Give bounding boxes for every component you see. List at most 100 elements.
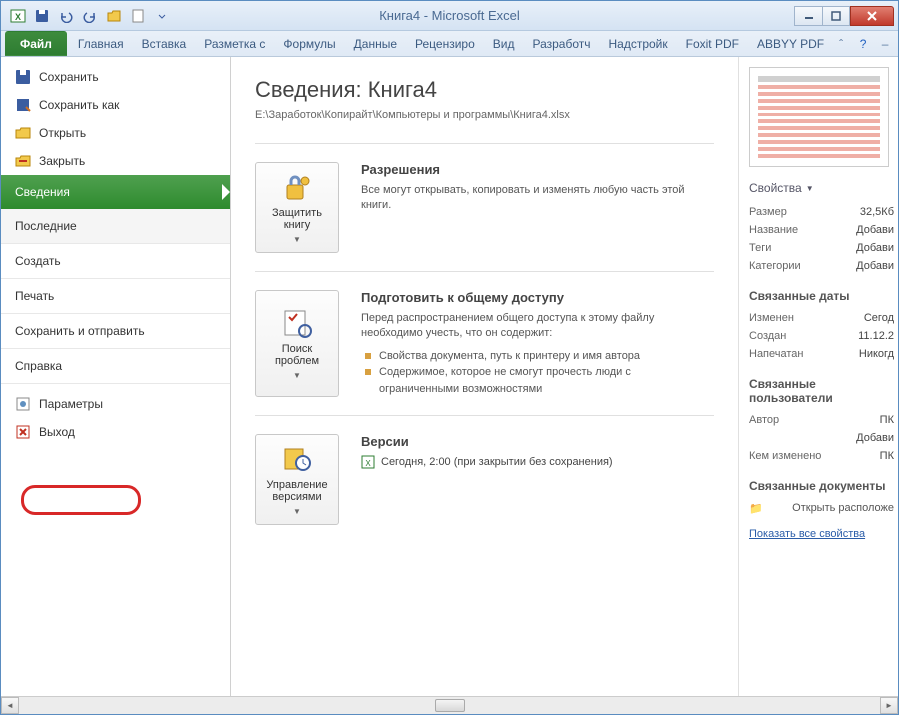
sidebar-item-exit[interactable]: Выход <box>1 418 230 446</box>
protect-workbook-button[interactable]: Защитить книгу ▼ <box>255 162 339 253</box>
properties-dropdown[interactable]: Свойства ▼ <box>749 181 894 195</box>
chevron-down-icon: ▼ <box>806 184 814 193</box>
redo-icon[interactable] <box>79 5 101 27</box>
annotation-highlight <box>21 485 141 515</box>
tab-insert[interactable]: Вставка <box>133 31 196 56</box>
window-title: Книга4 - Microsoft Excel <box>379 8 520 23</box>
document-thumbnail[interactable] <box>749 67 889 167</box>
tab-abbyy[interactable]: ABBYY PDF <box>748 31 833 56</box>
sidebar-item-open[interactable]: Открыть <box>1 119 230 147</box>
folder-icon: 📁 <box>749 502 763 515</box>
section-text: Все могут открывать, копировать и изменя… <box>361 183 714 214</box>
qat-dropdown-icon[interactable] <box>151 5 173 27</box>
version-text[interactable]: Сегодня, 2:00 (при закрытии без сохранен… <box>381 456 613 468</box>
new-icon[interactable] <box>127 5 149 27</box>
sidebar-item-options[interactable]: Параметры <box>1 390 230 418</box>
options-icon <box>15 396 31 412</box>
save-icon <box>15 69 31 85</box>
inner-window-min-icon[interactable]: – <box>877 36 893 52</box>
manage-versions-button[interactable]: Управление версиями ▼ <box>255 434 339 525</box>
open-location-link[interactable]: 📁 Открыть расположе <box>749 499 894 518</box>
section-text: Перед распространением общего доступа к … <box>361 311 714 342</box>
dropdown-icon: ▼ <box>293 235 301 244</box>
lock-key-icon <box>281 171 313 203</box>
sidebar-label: Параметры <box>39 397 103 411</box>
tab-home[interactable]: Главная <box>69 31 133 56</box>
button-label: Управление версиями <box>260 479 334 503</box>
checklist-icon <box>281 307 313 339</box>
sidebar-label: Сохранить <box>39 70 99 84</box>
maximize-button[interactable] <box>822 6 850 26</box>
sidebar-label: Закрыть <box>39 154 85 168</box>
sidebar-item-print[interactable]: Печать <box>1 279 230 314</box>
sidebar-label: Открыть <box>39 126 86 140</box>
sidebar-item-send[interactable]: Сохранить и отправить <box>1 314 230 349</box>
help-icon[interactable]: ? <box>855 36 871 52</box>
prop-row: НазваниеДобави <box>749 221 894 239</box>
sidebar-label: Сохранить как <box>39 98 119 112</box>
check-issues-button[interactable]: Поиск проблем ▼ <box>255 290 339 397</box>
exit-icon <box>15 424 31 440</box>
sidebar-item-recent[interactable]: Последние <box>1 209 230 244</box>
backstage-sidebar: Сохранить Сохранить как Открыть Закрыть … <box>1 57 231 696</box>
sidebar-item-info[interactable]: Сведения <box>1 175 230 209</box>
tab-file[interactable]: Файл <box>5 31 67 56</box>
tab-review[interactable]: Рецензиро <box>406 31 484 56</box>
tab-foxit[interactable]: Foxit PDF <box>677 31 748 56</box>
sidebar-label: Справка <box>15 359 62 373</box>
section-heading: Подготовить к общему доступу <box>361 290 714 305</box>
save-icon[interactable] <box>31 5 53 27</box>
prop-row: Кем измененоПК <box>749 447 894 465</box>
quick-access-toolbar: X <box>1 5 173 27</box>
svg-text:X: X <box>15 12 21 22</box>
scroll-thumb[interactable] <box>435 699 465 712</box>
dropdown-icon: ▼ <box>293 371 301 380</box>
tab-data[interactable]: Данные <box>345 31 406 56</box>
ribbon-minimize-icon[interactable]: ˆ <box>833 36 849 52</box>
sidebar-label: Сохранить и отправить <box>15 324 145 338</box>
horizontal-scrollbar[interactable]: ◄ ► <box>1 696 898 714</box>
ribbon-tabs: Файл Главная Вставка Разметка с Формулы … <box>1 31 898 57</box>
open-icon[interactable] <box>103 5 125 27</box>
scroll-left-button[interactable]: ◄ <box>1 697 19 714</box>
section-versions: Управление версиями ▼ Версии X Сегодня, … <box>255 415 714 543</box>
save-as-icon <box>15 97 31 113</box>
props-people-heading: Связанные пользователи <box>749 377 894 405</box>
tab-formulas[interactable]: Формулы <box>274 31 344 56</box>
scroll-right-button[interactable]: ► <box>880 697 898 714</box>
undo-icon[interactable] <box>55 5 77 27</box>
minimize-button[interactable] <box>794 6 822 26</box>
sidebar-item-save[interactable]: Сохранить <box>1 63 230 91</box>
properties-panel: Свойства ▼ Размер32,5Кб НазваниеДобави Т… <box>738 57 898 696</box>
tab-view[interactable]: Вид <box>484 31 524 56</box>
prop-row: НапечатанНикогд <box>749 345 894 363</box>
sidebar-label: Выход <box>39 425 75 439</box>
tab-addins[interactable]: Надстройк <box>600 31 677 56</box>
prop-row: ИзмененСегод <box>749 309 894 327</box>
prop-row: Создан11.12.2 <box>749 327 894 345</box>
section-permissions: Защитить книгу ▼ Разрешения Все могут от… <box>255 143 714 271</box>
svg-text:X: X <box>365 459 371 468</box>
excel-icon[interactable]: X <box>7 5 29 27</box>
sidebar-item-help[interactable]: Справка <box>1 349 230 384</box>
tab-layout[interactable]: Разметка с <box>195 31 274 56</box>
list-item: Свойства документа, путь к принтеру и им… <box>361 348 714 365</box>
sidebar-label: Создать <box>15 254 61 268</box>
tab-developer[interactable]: Разработч <box>523 31 599 56</box>
sidebar-label: Сведения <box>15 185 70 199</box>
props-docs-heading: Связанные документы <box>749 479 894 493</box>
sidebar-item-new[interactable]: Создать <box>1 244 230 279</box>
versions-icon <box>281 443 313 475</box>
section-prepare: Поиск проблем ▼ Подготовить к общему дос… <box>255 271 714 415</box>
sidebar-item-save-as[interactable]: Сохранить как <box>1 91 230 119</box>
prop-row: Добави <box>749 429 894 447</box>
prop-row: Размер32,5Кб <box>749 203 894 221</box>
show-all-properties-link[interactable]: Показать все свойства <box>749 528 865 540</box>
sidebar-item-close[interactable]: Закрыть <box>1 147 230 175</box>
close-button[interactable] <box>850 6 894 26</box>
section-heading: Версии <box>361 434 714 449</box>
file-path: E:\Заработок\Копирайт\Компьютеры и прогр… <box>255 109 714 121</box>
button-label: Защитить книгу <box>260 207 334 231</box>
dropdown-icon: ▼ <box>293 507 301 516</box>
sidebar-label: Печать <box>15 289 54 303</box>
